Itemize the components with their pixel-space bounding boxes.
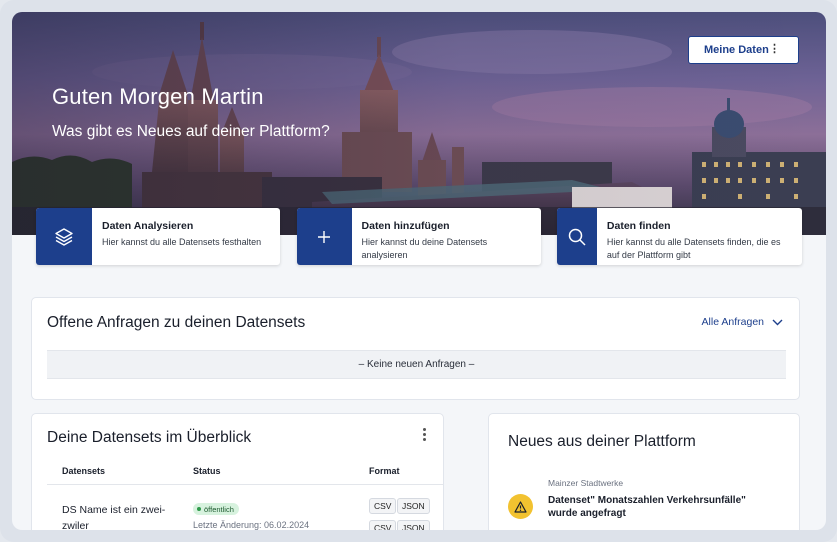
platform-news-panel: Neues aus deiner Plattform Mainzer Stadt… bbox=[488, 413, 800, 530]
action-card-description: Hier kannst du alle Datensets festhalten bbox=[102, 237, 262, 247]
format-tag[interactable]: CSV bbox=[369, 498, 397, 514]
device-frame: Guten Morgen Martin Was gibt es Neues au… bbox=[0, 0, 837, 542]
kebab-menu-icon: ⋮ bbox=[769, 43, 780, 55]
layers-icon bbox=[36, 208, 92, 265]
last-change-date: Letzte Änderung: 06.02.2024 bbox=[193, 520, 310, 530]
open-requests-panel: Offene Anfragen zu deinen Datensets Alle… bbox=[31, 297, 800, 400]
table-header-divider bbox=[47, 484, 443, 485]
no-requests-message: – Keine neuen Anfragen – bbox=[47, 350, 786, 379]
news-text: Datenset" Monatszahlen Verkehrsunfälle" … bbox=[548, 495, 746, 519]
greeting-subtitle: Was gibt es Neues auf deiner Plattform? bbox=[52, 123, 330, 140]
all-requests-link[interactable]: Alle Anfragen bbox=[702, 316, 783, 328]
screen: Guten Morgen Martin Was gibt es Neues au… bbox=[12, 12, 826, 530]
column-header-status[interactable]: Status bbox=[193, 466, 221, 476]
datasets-overview-title: Deine Datensets im Überblick bbox=[47, 429, 252, 446]
dataset-name[interactable]: DS Name ist ein zwei-zwiler bbox=[62, 502, 172, 530]
greeting-heading: Guten Morgen Martin bbox=[52, 84, 264, 109]
status-dot-icon bbox=[197, 507, 201, 511]
warning-icon bbox=[508, 494, 533, 519]
format-tag[interactable]: CSV bbox=[369, 520, 397, 530]
status-badge-label: öffentlich bbox=[204, 504, 234, 514]
action-card-description: Hier kannst du alle Datensets finden, di… bbox=[606, 237, 781, 260]
hero-banner: Guten Morgen Martin Was gibt es Neues au… bbox=[12, 12, 826, 235]
my-data-button-label: Meine Daten bbox=[704, 44, 769, 56]
plus-icon bbox=[297, 208, 352, 265]
column-header-datasets[interactable]: Datensets bbox=[62, 466, 105, 476]
status-badge: öffentlich bbox=[193, 503, 239, 515]
action-card-add[interactable]: Daten hinzufügen Hier kannst du deine Da… bbox=[297, 208, 541, 265]
news-source: Mainzer Stadtwerke bbox=[548, 478, 624, 488]
action-card-title: Daten Analysieren bbox=[102, 220, 194, 232]
kebab-menu-icon[interactable] bbox=[419, 428, 429, 444]
open-requests-title: Offene Anfragen zu deinen Datensets bbox=[47, 314, 306, 331]
action-card-description: Hier kannst du deine Datensets analysier… bbox=[361, 237, 488, 260]
my-data-button[interactable]: Meine Daten ⋮ bbox=[688, 36, 799, 64]
action-card-analyze[interactable]: Daten Analysieren Hier kannst du alle Da… bbox=[36, 208, 280, 265]
format-tag[interactable]: JSON bbox=[397, 520, 430, 530]
chevron-down-icon bbox=[772, 319, 783, 325]
column-header-format[interactable]: Format bbox=[369, 466, 400, 476]
format-tag[interactable]: JSON bbox=[397, 498, 430, 514]
action-card-title: Daten hinzufügen bbox=[361, 220, 450, 232]
search-icon bbox=[557, 208, 597, 265]
datasets-overview-panel: Deine Datensets im Überblick Datensets S… bbox=[31, 413, 444, 530]
all-requests-label: Alle Anfragen bbox=[701, 316, 764, 328]
action-card-find[interactable]: Daten finden Hier kannst du alle Datense… bbox=[557, 208, 802, 265]
platform-news-title: Neues aus deiner Plattform bbox=[508, 433, 696, 450]
action-card-title: Daten finden bbox=[606, 220, 671, 232]
